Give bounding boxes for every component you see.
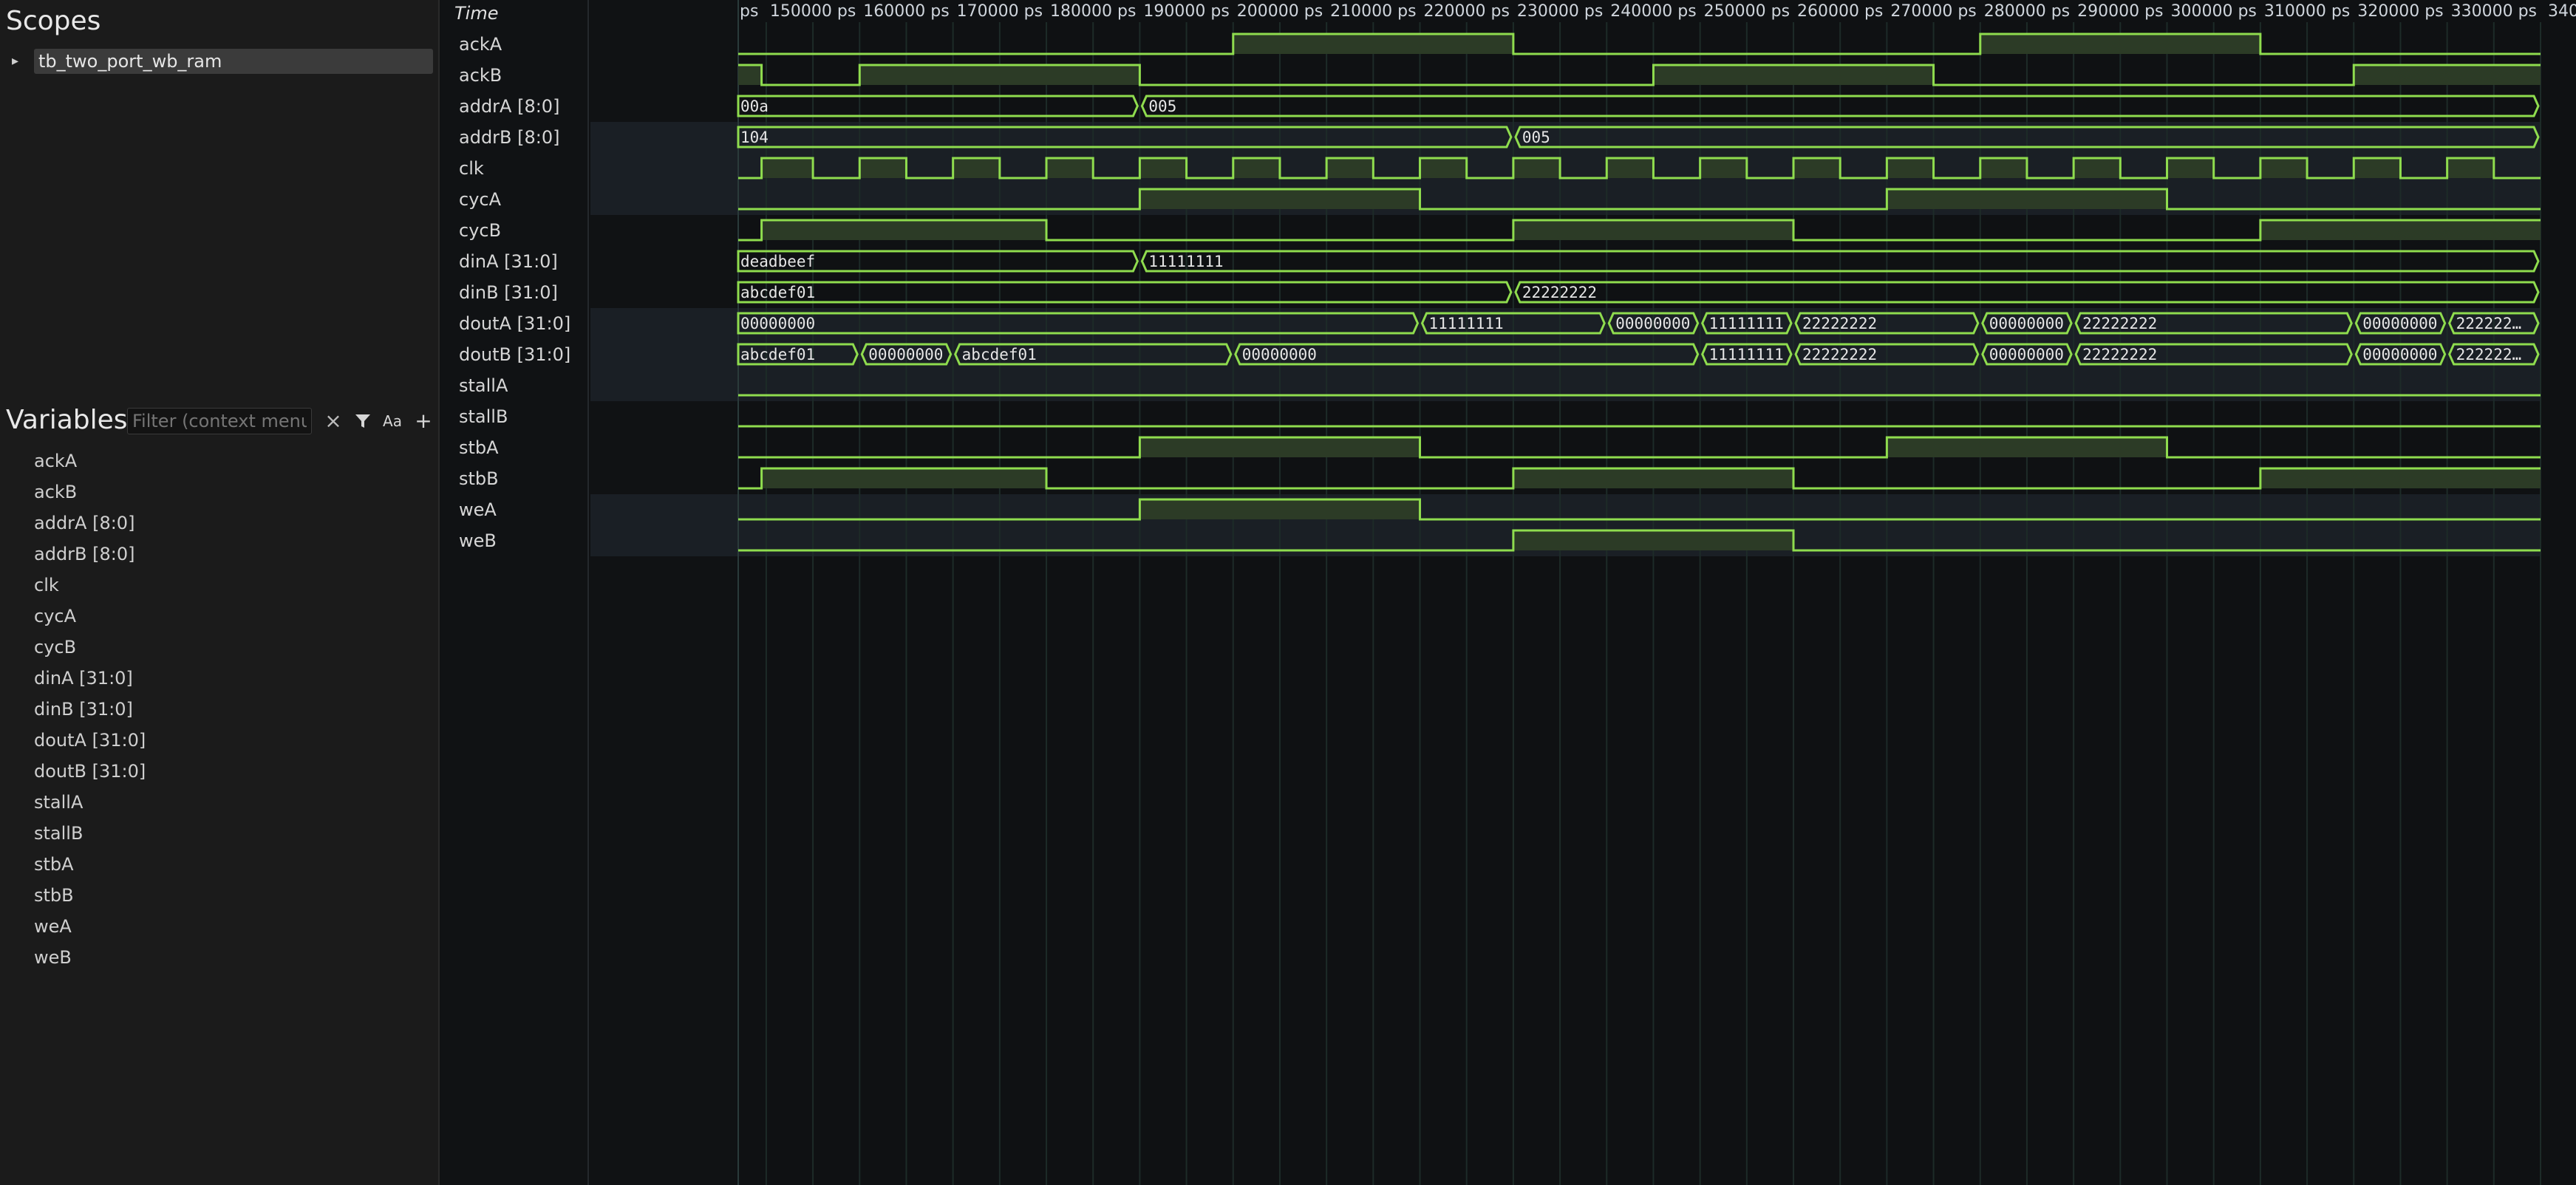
time-tick-label: 290000 ps [2077,2,2163,21]
time-tick-label: 190000 ps [1143,2,1229,21]
bus-value: 11111111 [1148,253,1223,270]
bus-value: 22222222 [1522,284,1597,301]
time-tick-label: 150000 ps [770,2,856,21]
wave-high-fill [1139,437,1420,457]
bus-value: 22222222 [1802,346,1877,363]
waveform-canvas[interactable]: ps 150000 ps 160000 ps 170000 ps 180000 ps 19… [0,0,2576,1185]
time-tick-label: ps [740,2,758,21]
wave-high-fill [2074,158,2121,178]
wave-high-fill [859,65,1140,85]
bus-segment [737,95,1139,117]
bus-value: 22222222 [1802,315,1877,332]
bus-value: 00000000 [740,315,815,332]
wave-high-fill [1887,189,2167,209]
wave-high-fill [1139,499,1420,519]
wave-high-fill [2260,158,2308,178]
row-band [590,370,2541,401]
wave-high-fill [1606,158,1654,178]
bus-value: 00000000 [2362,315,2437,332]
wave-high-fill [1887,437,2167,457]
wave-high-fill [2260,220,2541,240]
bus-value: 00000000 [1242,346,1317,363]
time-tick-label: 210000 ps [1330,2,1416,21]
bus-value: abcdef01 [962,346,1037,363]
bus-value: 222222… [2456,346,2522,363]
bus-value: abcdef01 [740,284,815,301]
time-tick-label: 260000 ps [1797,2,1883,21]
bus-value: 00000000 [1989,315,2064,332]
wave-high-fill [1513,158,1561,178]
wave-high-fill [1513,468,1794,488]
bus-value: 222222… [2456,315,2522,332]
wave-high-fill [953,158,1000,178]
bus-value: 00a [740,98,769,115]
row-band [590,184,2541,215]
bus-value: abcdef01 [740,346,815,363]
bus-value: 11111111 [1709,315,1784,332]
bus-value: 11111111 [1429,315,1504,332]
wave-high-fill [2354,65,2541,85]
time-tick-label: 160000 ps [863,2,949,21]
bus-value: deadbeef [740,253,815,270]
wave-high-fill [2167,158,2214,178]
bus-value: 11111111 [1709,346,1784,363]
wave-high-fill [2260,468,2541,488]
wave-high-fill [1513,220,1794,240]
time-tick-label: 280000 ps [1984,2,2070,21]
wave-high-fill [1700,158,1747,178]
bus-segment [737,281,1513,304]
bus-value: 00000000 [1989,346,2064,363]
bus-value: 22222222 [2082,315,2157,332]
wave-high-fill [1513,530,1794,550]
time-tick-label: 250000 ps [1704,2,1790,21]
row-band [590,494,2541,525]
wave-high-fill [1420,158,1467,178]
wave-high-fill [1326,158,1374,178]
bus-value: 005 [1148,98,1176,115]
time-tick-label: 300000 ps [2170,2,2256,21]
wave-high-fill [761,220,1047,240]
wave-high-fill [2354,158,2401,178]
wave-high-fill [859,158,907,178]
bus-value: 00000000 [2362,346,2437,363]
wave-high-fill [1980,158,2027,178]
time-tick-label: 310000 ps [2264,2,2350,21]
time-tick-label: 180000 ps [1050,2,1136,21]
time-tick-label: 170000 ps [957,2,1043,21]
wave-trace [738,436,2541,459]
bus-value: 00000000 [868,346,943,363]
wave-high-fill [1980,34,2260,54]
bus-value: 22222222 [2082,346,2157,363]
wave-high-fill [1233,158,1280,178]
wave-high-fill [1233,34,1513,54]
bus-value: 005 [1522,129,1550,146]
wave-high-fill [761,158,814,178]
time-tick-label: 330000 ps [2451,2,2537,21]
time-tick-label: 200000 ps [1237,2,1323,21]
time-tick-label: 240000 ps [1610,2,1696,21]
wave-high-fill [2447,158,2494,178]
wave-high-fill [1793,158,1841,178]
wave-high-fill [1653,65,1934,85]
bus-value: 00000000 [1615,315,1690,332]
time-tick-label: 340 [2548,2,2576,21]
wave-high-fill [1046,158,1094,178]
wave-high-fill [1887,158,1934,178]
wave-high-fill [761,468,1047,488]
time-tick-label: 320000 ps [2357,2,2443,21]
bus-value: 104 [740,129,769,146]
wave-high-fill [1139,158,1187,178]
wave-high-fill [738,65,762,85]
time-tick-label: 230000 ps [1517,2,1603,21]
wave-trace [738,33,2541,55]
time-tick-label: 270000 ps [1890,2,1976,21]
time-tick-label: 220000 ps [1424,2,1510,21]
wave-high-fill [1139,189,1420,209]
